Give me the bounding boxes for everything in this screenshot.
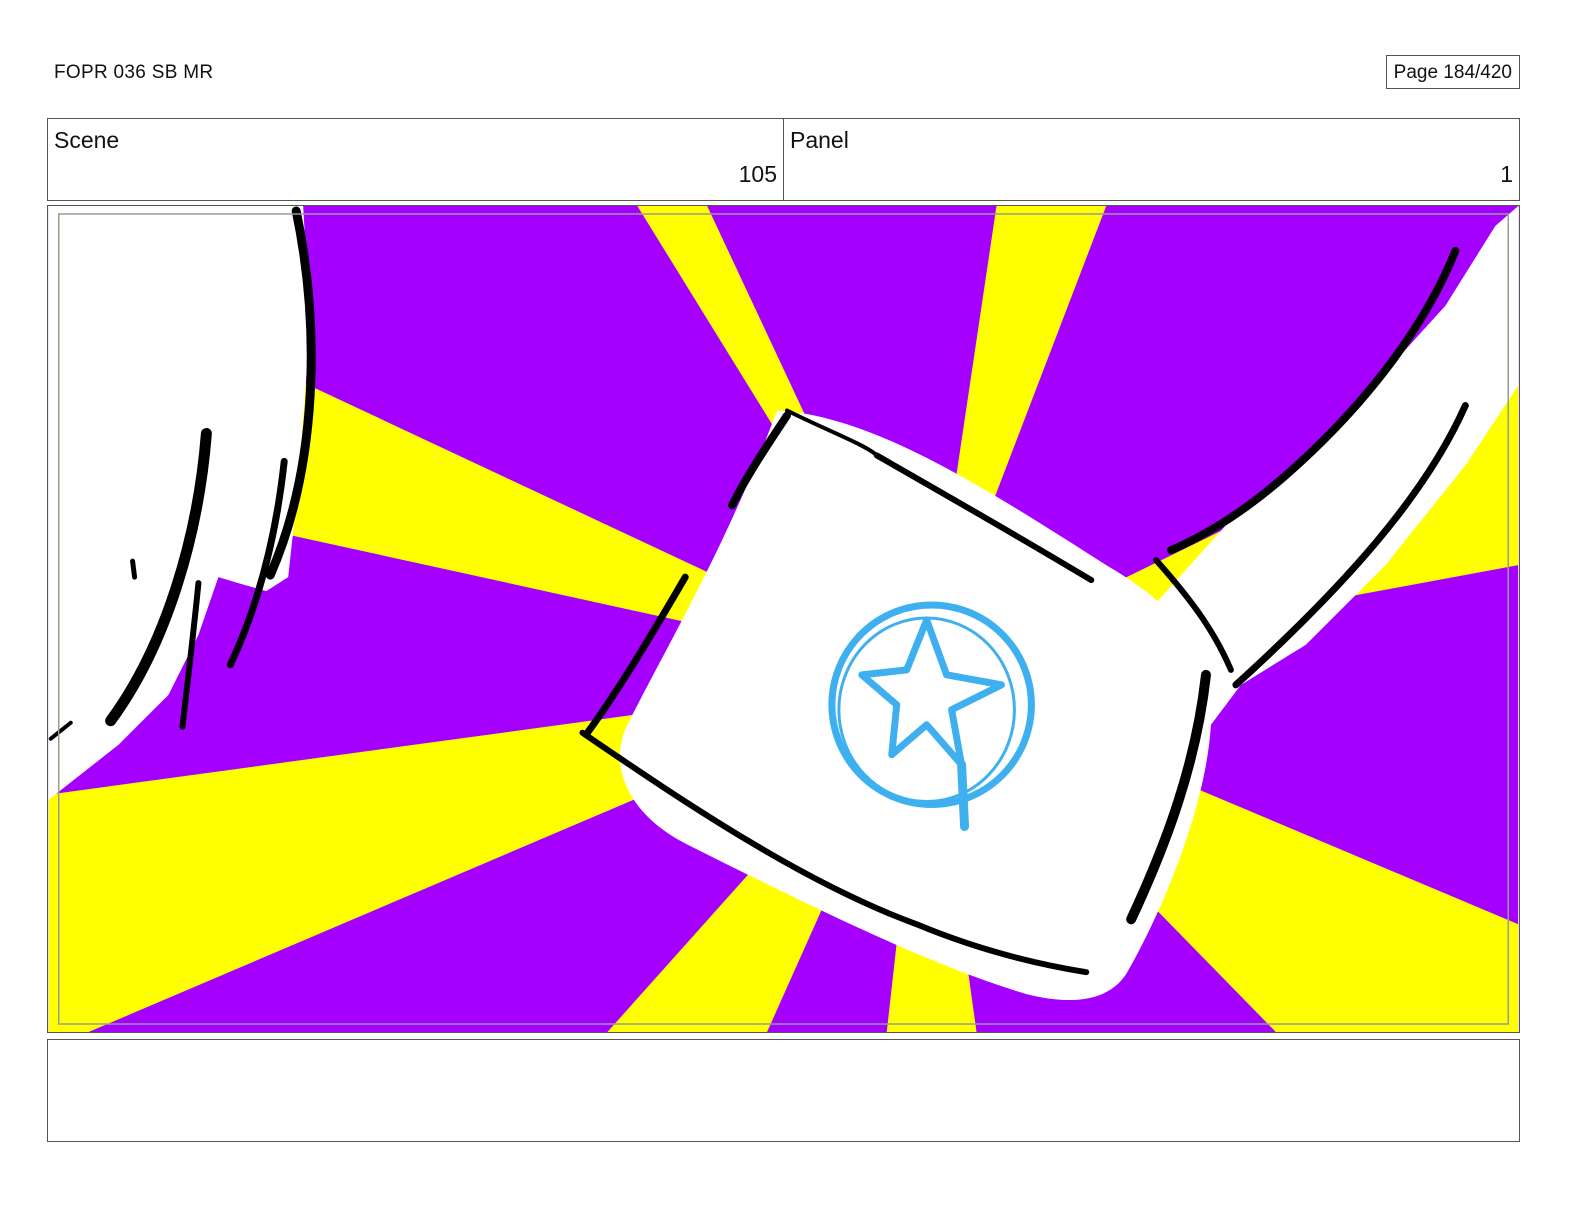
scene-cell: Scene 105 bbox=[48, 119, 783, 200]
panel-drawing bbox=[48, 206, 1519, 1032]
notes-box bbox=[47, 1039, 1520, 1142]
page-indicator: Page 184/420 bbox=[1385, 55, 1520, 89]
scene-number: 105 bbox=[738, 161, 777, 187]
document-title: FOPR 036 SB MR bbox=[54, 62, 214, 83]
panel-label: Panel bbox=[790, 127, 849, 153]
scene-label: Scene bbox=[54, 127, 120, 153]
storyboard-frame bbox=[47, 205, 1520, 1033]
panel-cell: Panel 1 bbox=[783, 119, 1519, 200]
panel-number: 1 bbox=[1500, 161, 1513, 187]
scene-panel-info: Scene 105 Panel 1 bbox=[47, 118, 1520, 201]
